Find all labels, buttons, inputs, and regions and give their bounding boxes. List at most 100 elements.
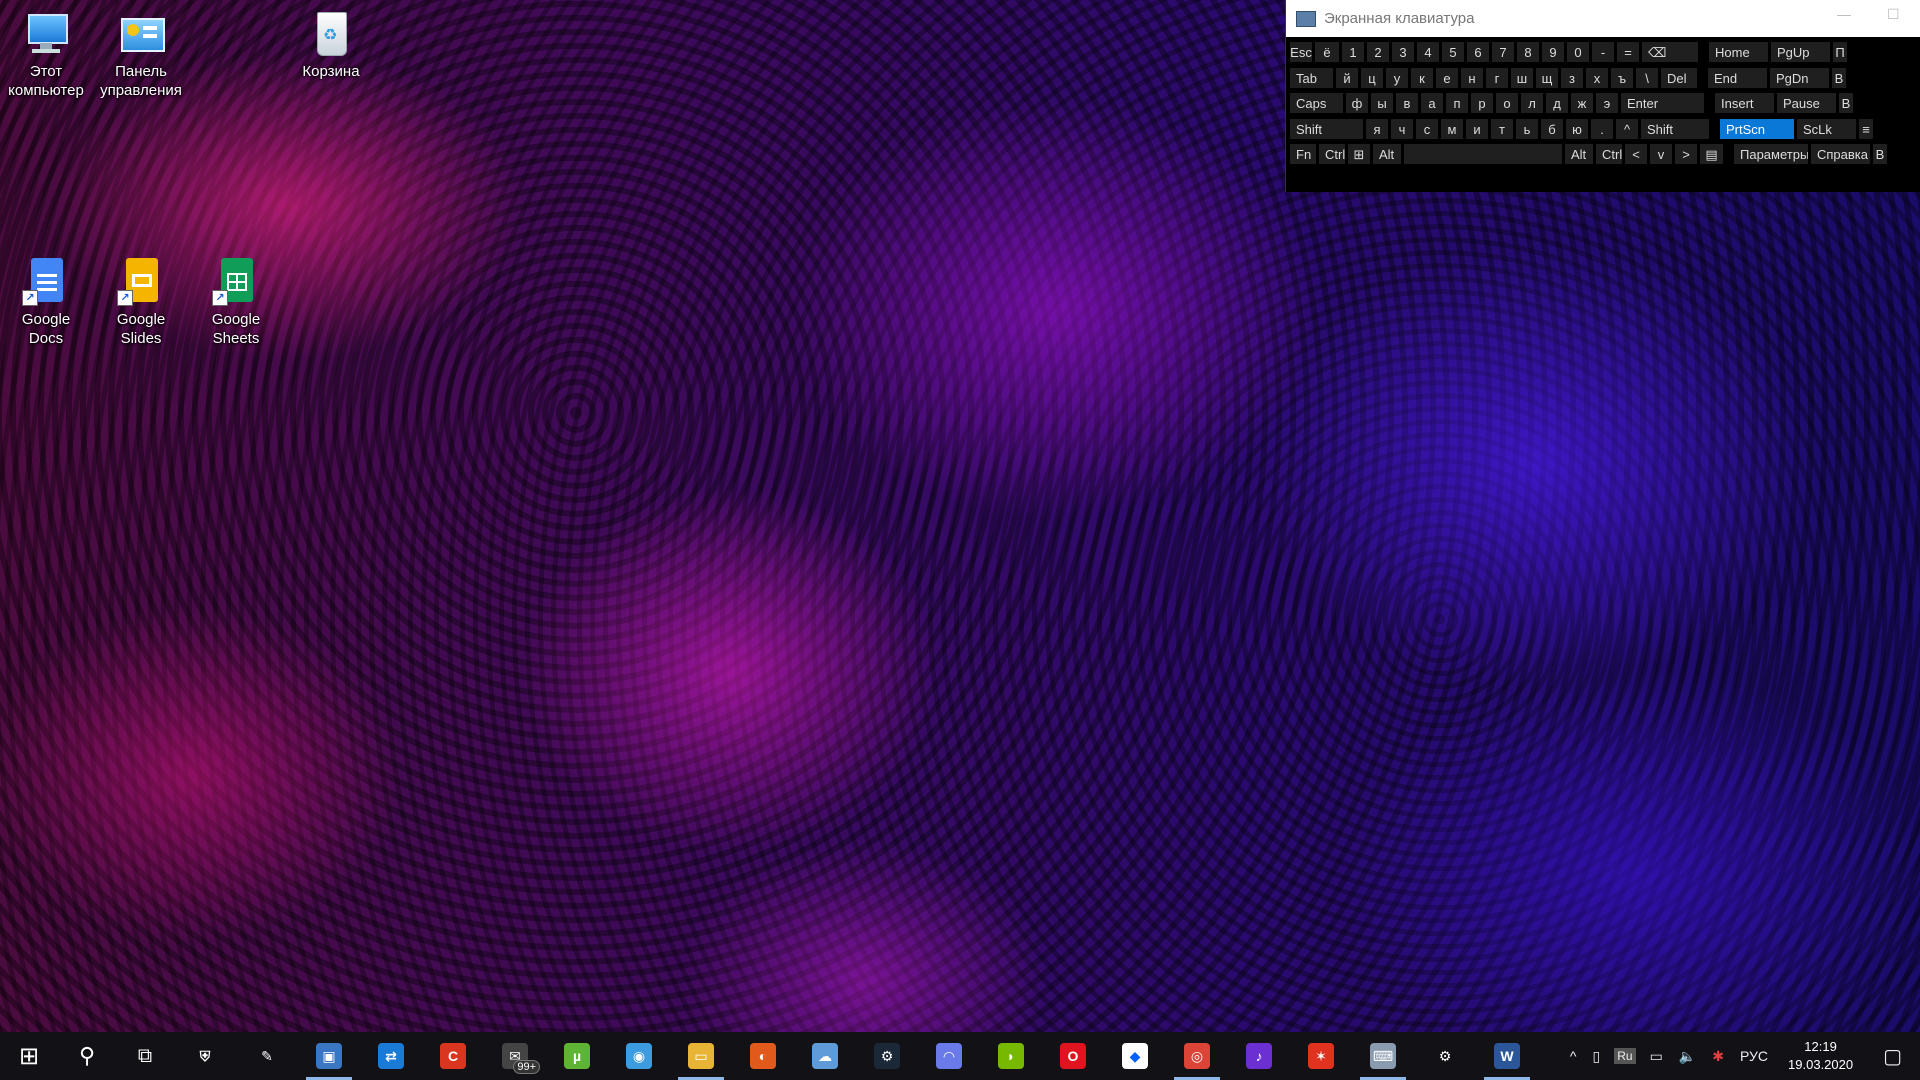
clock[interactable]: 12:19 19.03.2020	[1776, 1038, 1865, 1074]
osk-key[interactable]	[1403, 143, 1563, 165]
osk-key[interactable]: ^	[1615, 117, 1639, 140]
osk-key[interactable]: В	[1872, 143, 1888, 165]
osk-key[interactable]: г	[1485, 66, 1509, 89]
osk-key[interactable]: П	[1832, 41, 1848, 63]
taskbar-app-utorrent[interactable]: µ	[546, 1032, 608, 1080]
osk-key[interactable]: Esc	[1289, 41, 1313, 63]
osk-key[interactable]: \	[1635, 66, 1659, 89]
desktop-icon-this-pc[interactable]: Этот компьютер	[3, 10, 89, 100]
osk-key[interactable]: ж	[1570, 92, 1594, 114]
osk-key[interactable]: с	[1415, 117, 1439, 140]
osk-key[interactable]: и	[1465, 117, 1489, 140]
volume-icon[interactable]: 🔈	[1671, 1048, 1704, 1065]
osk-key[interactable]: <	[1624, 143, 1648, 165]
osk-title-bar[interactable]: Экранная клавиатура — ☐	[1286, 0, 1920, 37]
osk-key[interactable]: 1	[1341, 41, 1365, 63]
desktop-icon-google-sheets[interactable]: ↗ Google Sheets	[193, 258, 279, 348]
taskbar-app-on-screen-keyboard[interactable]: ⌨	[1352, 1032, 1414, 1080]
taskbar-app-feather-app[interactable]: ✎	[236, 1032, 298, 1080]
osk-key[interactable]: ScLk	[1796, 117, 1857, 140]
task-view-button[interactable]: ⧉	[116, 1032, 174, 1080]
osk-key[interactable]: PrtScn	[1719, 117, 1795, 140]
taskbar-app-mail[interactable]: ✉ 99+	[484, 1032, 546, 1080]
osk-key[interactable]: ё	[1314, 41, 1340, 63]
osk-key[interactable]: >	[1674, 143, 1698, 165]
osk-key[interactable]: -	[1591, 41, 1615, 63]
osk-key[interactable]: 4	[1416, 41, 1440, 63]
start-button[interactable]: ⊞	[0, 1032, 58, 1080]
osk-key[interactable]: Alt	[1564, 143, 1594, 165]
osk-key[interactable]: Caps	[1289, 92, 1344, 114]
taskbar-app-opera[interactable]: O	[1042, 1032, 1104, 1080]
taskbar-app-red-star-app[interactable]: ✶	[1290, 1032, 1352, 1080]
maximize-button[interactable]: ☐	[1887, 6, 1900, 23]
osk-key[interactable]: ▤	[1699, 143, 1724, 165]
osk-key[interactable]: Tab	[1289, 66, 1334, 89]
osk-key[interactable]: =	[1616, 41, 1640, 63]
taskbar-app-discord[interactable]: ◠	[918, 1032, 980, 1080]
taskbar-app-purple-audio-app[interactable]: ♪	[1228, 1032, 1290, 1080]
search-button[interactable]: ⚲	[58, 1032, 116, 1080]
osk-key[interactable]: щ	[1535, 66, 1559, 89]
osk-key[interactable]: ь	[1515, 117, 1539, 140]
network-icon[interactable]: ▭	[1642, 1048, 1671, 1065]
taskbar-app-chrome[interactable]: ◎	[1166, 1032, 1228, 1080]
osk-key[interactable]: .	[1590, 117, 1614, 140]
osk-key[interactable]: ы	[1370, 92, 1394, 114]
osk-key[interactable]: ч	[1390, 117, 1414, 140]
desktop-icon-google-docs[interactable]: ↗ Google Docs	[3, 258, 89, 348]
osk-key[interactable]: End	[1707, 66, 1768, 89]
osk-key[interactable]: В	[1838, 92, 1854, 114]
osk-key[interactable]: PgDn	[1769, 66, 1830, 89]
osk-key[interactable]: 2	[1366, 41, 1390, 63]
taskbar-app-cloud-app[interactable]: ☁	[794, 1032, 856, 1080]
osk-key[interactable]: а	[1420, 92, 1444, 114]
osk-key[interactable]: 7	[1491, 41, 1515, 63]
osk-key[interactable]: Параметры	[1733, 143, 1809, 165]
osk-key[interactable]: з	[1560, 66, 1584, 89]
osk-key[interactable]: я	[1365, 117, 1389, 140]
osk-key[interactable]: д	[1545, 92, 1569, 114]
osk-key[interactable]: В	[1831, 66, 1847, 89]
osk-key[interactable]: 6	[1466, 41, 1490, 63]
osk-key[interactable]: 5	[1441, 41, 1465, 63]
desktop-icon-control-panel[interactable]: Панель управления	[98, 10, 184, 100]
osk-key[interactable]: е	[1435, 66, 1459, 89]
taskbar-app-blue-orb-app[interactable]: ◉	[608, 1032, 670, 1080]
osk-key[interactable]: Ctrl	[1318, 143, 1346, 165]
osk-key[interactable]: Ctrl	[1595, 143, 1623, 165]
taskbar-app-teamviewer[interactable]: ⇄	[360, 1032, 422, 1080]
osk-key[interactable]: Home	[1708, 41, 1769, 63]
taskbar-app-settings[interactable]: ⚙	[1414, 1032, 1476, 1080]
osk-key[interactable]: Enter	[1620, 92, 1705, 114]
osk-key[interactable]: Pause	[1776, 92, 1837, 114]
desktop[interactable]: Этот компьютер Панель управления ♻ Корзи…	[0, 0, 1920, 1032]
osk-key[interactable]: й	[1335, 66, 1359, 89]
osk-key[interactable]: Shift	[1640, 117, 1710, 140]
osk-key[interactable]: р	[1470, 92, 1494, 114]
osk-key[interactable]: ф	[1345, 92, 1369, 114]
osk-key[interactable]: 3	[1391, 41, 1415, 63]
taskbar-app-file-explorer[interactable]: ▭	[670, 1032, 732, 1080]
osk-key[interactable]: б	[1540, 117, 1564, 140]
usb-icon[interactable]: ▯	[1585, 1048, 1609, 1065]
osk-key[interactable]: к	[1410, 66, 1434, 89]
desktop-icon-google-slides[interactable]: ↗ Google Slides	[98, 258, 184, 348]
osk-key[interactable]: Del	[1660, 66, 1698, 89]
minimize-button[interactable]: —	[1837, 6, 1851, 22]
on-screen-keyboard-window[interactable]: Экранная клавиатура — ☐ Esc ё 1 2 3 4 5 6 7 8 9 0- =…	[1285, 0, 1920, 192]
osk-key[interactable]: э	[1595, 92, 1619, 114]
osk-key[interactable]: м	[1440, 117, 1464, 140]
osk-key[interactable]: Alt	[1372, 143, 1402, 165]
osk-key[interactable]: н	[1460, 66, 1484, 89]
taskbar-app-firefox-like[interactable]: ◐	[732, 1032, 794, 1080]
osk-key[interactable]: у	[1385, 66, 1409, 89]
taskbar-app-remote-desktop[interactable]: ▣	[298, 1032, 360, 1080]
osk-key[interactable]: т	[1490, 117, 1514, 140]
osk-key[interactable]: PgUp	[1770, 41, 1831, 63]
taskbar-app-dropbox[interactable]: ◆	[1104, 1032, 1166, 1080]
taskbar-app-steam[interactable]: ⚙	[856, 1032, 918, 1080]
osk-key[interactable]: 0	[1566, 41, 1590, 63]
osk-key[interactable]: п	[1445, 92, 1469, 114]
osk-key[interactable]: ц	[1360, 66, 1384, 89]
